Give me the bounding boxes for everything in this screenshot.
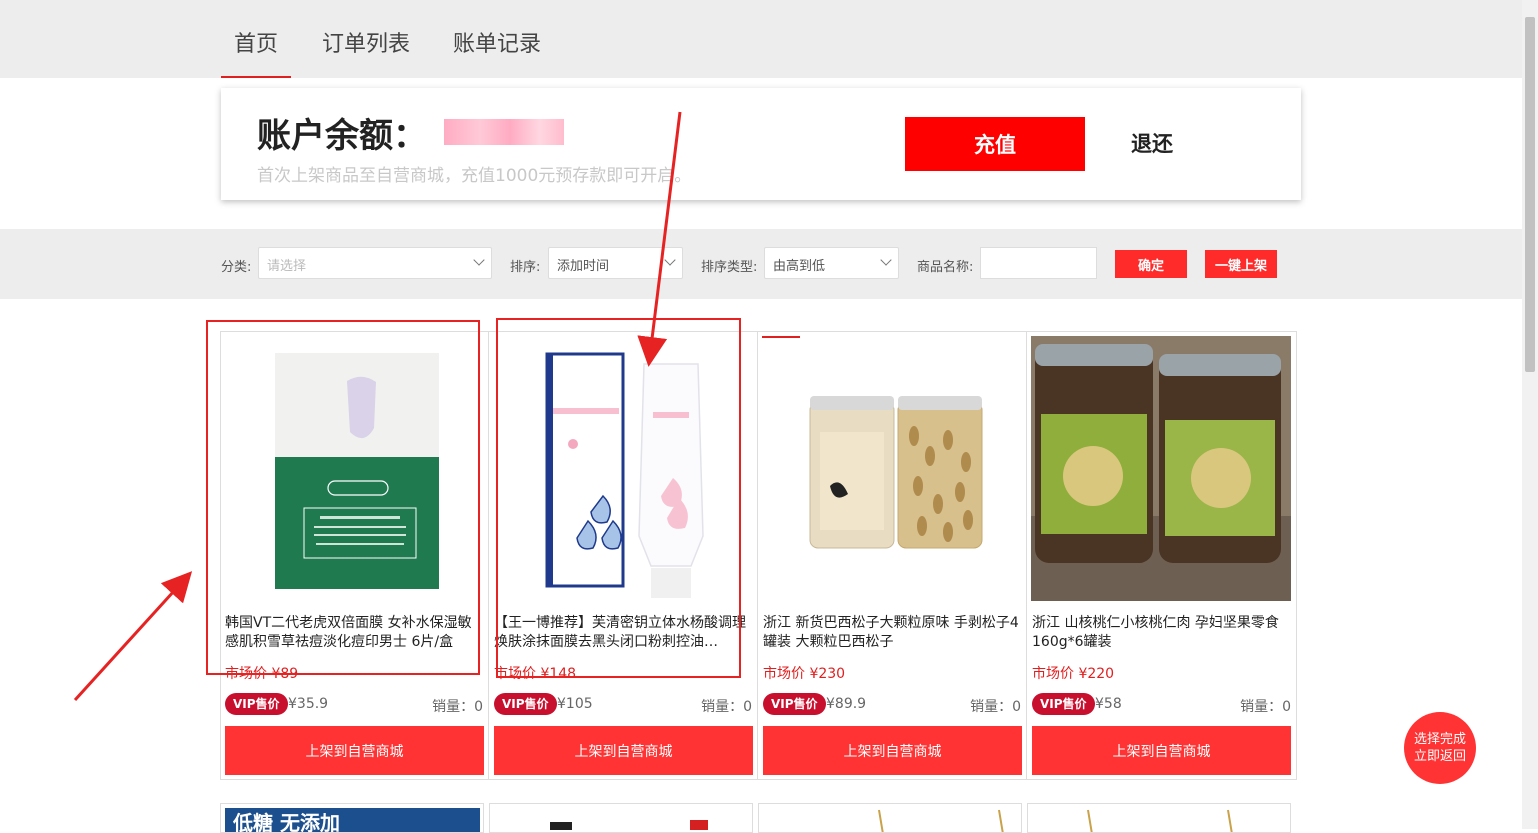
list-to-store-button[interactable]: 上架到自营商城	[494, 726, 753, 775]
tab-home[interactable]: 首页	[234, 26, 278, 58]
tab-order-list[interactable]: 订单列表	[322, 26, 410, 58]
sales-count: 销量：0	[1240, 699, 1291, 715]
product-name[interactable]: 浙江 新货巴西松子大颗粒原味 手剥松子4罐装 大颗粒巴西松子	[763, 614, 1023, 652]
balance-subtitle: 首次上架商品至自营商城，充值1000元预存款即可开启。	[257, 166, 692, 186]
product-card[interactable]: 浙江 山核桃仁小核桃仁肉 孕妇坚果零食160g*6罐装 市场价 ¥220 VIP…	[1027, 331, 1296, 780]
scrollbar-thumb[interactable]	[1525, 17, 1535, 372]
chevron-down-icon	[880, 254, 892, 266]
list-to-store-button[interactable]: 上架到自营商城	[763, 726, 1022, 775]
market-price: 市场价 ¥230	[763, 666, 846, 682]
list-to-store-button[interactable]: 上架到自营商城	[225, 726, 484, 775]
product-name-label: 商品名称:	[917, 260, 974, 275]
balance-value-redacted	[444, 119, 564, 145]
finish-and-return-button[interactable]: 选择完成 立即返回	[1404, 712, 1476, 784]
vip-price: ¥105	[557, 696, 593, 712]
sort-type-value: 由高到低	[773, 259, 826, 274]
filter-bar: 分类: 请选择 排序: 添加时间 排序类型: 由高到低 商品名称: 确定 一键上…	[0, 229, 1522, 299]
category-select[interactable]: 请选择	[258, 247, 492, 279]
recharge-button[interactable]: 充值	[905, 117, 1085, 171]
category-label: 分类:	[221, 260, 252, 275]
sort-type-label: 排序类型:	[701, 260, 758, 275]
annotation-highlight-box	[496, 318, 741, 678]
confirm-button[interactable]: 确定	[1115, 250, 1187, 278]
annotation-highlight-box	[206, 320, 480, 675]
balance-card: 账户余额： 首次上架商品至自营商城，充值1000元预存款即可开启。 充值 退还	[221, 88, 1301, 200]
sales-count: 销量：0	[970, 699, 1021, 715]
product-image-pine-nut-jars[interactable]	[762, 336, 1022, 601]
product-card[interactable]: 浙江 新货巴西松子大颗粒原味 手剥松子4罐装 大颗粒巴西松子 市场价 ¥230 …	[758, 331, 1027, 780]
sort-label: 排序:	[510, 260, 541, 275]
tab-bill-records[interactable]: 账单记录	[453, 26, 541, 58]
finish-label: 选择完成	[1413, 732, 1466, 747]
list-to-store-button[interactable]: 上架到自营商城	[1032, 726, 1291, 775]
sort-type-select[interactable]: 由高到低	[764, 247, 899, 279]
chevron-down-icon	[664, 254, 676, 266]
vip-price: ¥35.9	[288, 696, 329, 712]
category-placeholder: 请选择	[267, 259, 307, 274]
bulk-list-button[interactable]: 一键上架	[1205, 250, 1277, 278]
vip-badge: VIP售价	[494, 693, 557, 715]
market-price: 市场价 ¥220	[1032, 666, 1115, 682]
chevron-down-icon	[473, 254, 485, 266]
refund-button[interactable]: 退还	[1131, 128, 1173, 158]
return-label: 立即返回	[1413, 749, 1466, 764]
vip-badge: VIP售价	[763, 693, 826, 715]
product-image-hickory-nut-jars[interactable]	[1031, 336, 1291, 601]
product-name[interactable]: 浙江 山核桃仁小核桃仁肉 孕妇坚果零食160g*6罐装	[1032, 614, 1292, 652]
vip-price: ¥89.9	[826, 696, 867, 712]
active-tab-indicator	[221, 76, 291, 78]
vip-badge: VIP售价	[225, 693, 288, 715]
balance-title: 账户余额：	[257, 116, 427, 156]
top-nav: 首页 订单列表 账单记录	[0, 0, 1522, 78]
vip-price: ¥58	[1095, 696, 1122, 712]
partial-product-banner: 低糖 无添加	[225, 808, 480, 832]
product-name-input[interactable]	[980, 247, 1097, 279]
sort-value: 添加时间	[557, 259, 610, 274]
sales-count: 销量：0	[701, 699, 752, 715]
sales-count: 销量：0	[432, 699, 483, 715]
vip-badge: VIP售价	[1032, 693, 1095, 715]
sort-select[interactable]: 添加时间	[548, 247, 683, 279]
